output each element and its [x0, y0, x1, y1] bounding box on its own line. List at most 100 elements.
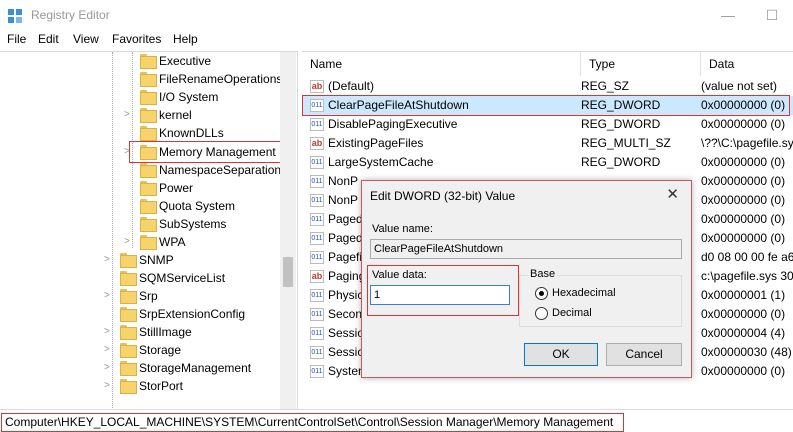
tree-item-storport[interactable]: > StorPort — [104, 377, 284, 395]
binary-value-icon: 011 — [310, 232, 324, 245]
tree-item-label: KnownDLLs — [159, 126, 224, 140]
column-header-data[interactable]: Data — [701, 52, 793, 76]
value-name: NonP — [328, 174, 359, 188]
menu-favorites[interactable]: Favorites — [112, 32, 161, 46]
selected-row-highlight — [302, 95, 790, 116]
maximize-button[interactable]: ☐ — [761, 4, 783, 26]
binary-value-icon: 011 — [310, 194, 324, 207]
close-icon[interactable]: ✕ — [666, 185, 679, 203]
folder-icon — [120, 325, 137, 340]
chevron-right-icon[interactable]: > — [104, 341, 114, 359]
tree-item-kernel[interactable]: > kernel — [124, 106, 284, 124]
tree-scrollbar[interactable] — [280, 52, 296, 409]
edit-dword-dialog[interactable]: Edit DWORD (32-bit) Value ✕ Value name: … — [361, 180, 692, 378]
value-type: REG_DWORD — [581, 117, 661, 131]
chevron-right-icon[interactable]: > — [124, 106, 134, 124]
tree-item-sqmservicelist[interactable]: SQMServiceList — [104, 269, 284, 287]
value-row[interactable]: ab ExistingPageFiles REG_MULTI_SZ \??\C:… — [302, 134, 793, 153]
tree-item-subsystems[interactable]: SubSystems — [124, 215, 284, 233]
string-value-icon: ab — [310, 80, 324, 93]
folder-icon — [120, 307, 137, 322]
value-name: ExistingPageFiles — [328, 136, 424, 150]
chevron-right-icon[interactable]: > — [104, 359, 114, 377]
tree-item-wpa[interactable]: > WPA — [124, 233, 284, 251]
chevron-right-icon[interactable]: > — [104, 323, 114, 341]
folder-icon — [120, 271, 137, 286]
value-name: DisablePagingExecutive — [328, 117, 458, 131]
tree-item-label: Power — [159, 181, 194, 195]
tree-item-label: StorageManagement — [139, 361, 252, 375]
chevron-right-icon[interactable]: > — [124, 233, 134, 251]
tree-item-snmp[interactable]: > SNMP — [104, 251, 284, 269]
tree-item-label: SQMServiceList — [139, 271, 226, 285]
tree-item-srp[interactable]: > Srp — [104, 287, 284, 305]
decimal-radio[interactable] — [535, 307, 548, 320]
value-name-label: Value name: — [372, 223, 433, 235]
binary-value-icon: 011 — [310, 156, 324, 169]
minimize-button[interactable]: — — [717, 4, 739, 26]
value-row[interactable]: 011 LargeSystemCache REG_DWORD 0x0000000… — [302, 153, 793, 172]
column-header-type[interactable]: Type — [581, 52, 701, 76]
value-data: d0 08 00 00 fe a6 0 — [701, 250, 793, 264]
folder-icon — [140, 163, 157, 178]
folder-icon — [140, 199, 157, 214]
chevron-right-icon[interactable]: > — [104, 377, 114, 395]
value-data: c:\pagefile.sys 300 — [701, 269, 793, 283]
value-data-input[interactable]: 1 — [370, 285, 510, 305]
tree-item-executive[interactable]: Executive — [124, 52, 284, 70]
title-bar: Registry Editor — ☐ — [0, 0, 793, 30]
folder-icon — [140, 235, 157, 250]
value-data: 0x00000000 (0) — [701, 307, 786, 321]
value-name: Pagefi — [328, 250, 363, 264]
menu-edit[interactable]: Edit — [38, 32, 59, 46]
value-type: REG_MULTI_SZ — [581, 136, 671, 150]
value-name: LargeSystemCache — [328, 155, 434, 169]
value-row[interactable]: 011 DisablePagingExecutive REG_DWORD 0x0… — [302, 115, 793, 134]
value-data: 0x00000001 (1) — [701, 288, 786, 302]
status-bar: Computer\HKEY_LOCAL_MACHINE\SYSTEM\Curre… — [0, 409, 793, 432]
tree-item-power[interactable]: Power — [124, 179, 284, 197]
cancel-button[interactable]: Cancel — [606, 343, 682, 366]
binary-value-icon: 011 — [310, 213, 324, 226]
binary-value-icon: 011 — [310, 308, 324, 321]
decimal-label[interactable]: Decimal — [552, 307, 592, 319]
menu-file[interactable]: File — [7, 32, 26, 46]
value-data: 0x00000000 (0) — [701, 117, 786, 131]
chevron-right-icon[interactable]: > — [104, 287, 114, 305]
string-value-icon: ab — [310, 270, 324, 283]
value-name: NonP — [328, 193, 359, 207]
tree-item-filerenameoperations[interactable]: FileRenameOperations — [124, 70, 284, 88]
tree-item-storage[interactable]: > Storage — [104, 341, 284, 359]
column-header-name[interactable]: Name — [302, 52, 581, 76]
tree-item-namespaceseparation[interactable]: NamespaceSeparation — [124, 161, 284, 179]
tree-item-knowndlls[interactable]: KnownDLLs — [124, 124, 284, 142]
key-tree[interactable]: Executive FileRenameOperations I/O Syste… — [0, 51, 298, 409]
menu-help[interactable]: Help — [173, 32, 198, 46]
binary-value-icon: 011 — [310, 289, 324, 302]
hexadecimal-label[interactable]: Hexadecimal — [552, 287, 616, 299]
ok-button[interactable]: OK — [524, 343, 598, 366]
folder-icon — [140, 181, 157, 196]
tree-item-quota-system[interactable]: Quota System — [124, 197, 284, 215]
value-row[interactable]: ab (Default) REG_SZ (value not set) — [302, 77, 793, 96]
key-path-highlight — [1, 413, 624, 432]
tree-item-storagemanagement[interactable]: > StorageManagement — [104, 359, 284, 377]
tree-item-stillimage[interactable]: > StillImage — [104, 323, 284, 341]
tree-item-io-system[interactable]: I/O System — [124, 88, 284, 106]
value-name: Physic — [328, 288, 364, 302]
folder-icon — [140, 72, 157, 87]
value-data: 0x00000000 (0) — [701, 212, 786, 226]
hexadecimal-radio[interactable] — [535, 287, 548, 300]
binary-value-icon: 011 — [310, 346, 324, 359]
binary-value-icon: 011 — [310, 365, 324, 378]
binary-value-icon: 011 — [310, 175, 324, 188]
chevron-right-icon[interactable]: > — [104, 251, 114, 269]
folder-icon — [120, 343, 137, 358]
value-data-label: Value data: — [372, 269, 427, 281]
menu-view[interactable]: View — [73, 32, 99, 46]
binary-value-icon: 011 — [310, 327, 324, 340]
tree-item-srpextensionconfig[interactable]: SrpExtensionConfig — [104, 305, 284, 323]
tree-item-label: Executive — [159, 54, 212, 68]
folder-icon — [120, 253, 137, 268]
tree-scrollbar-thumb[interactable] — [283, 257, 293, 287]
